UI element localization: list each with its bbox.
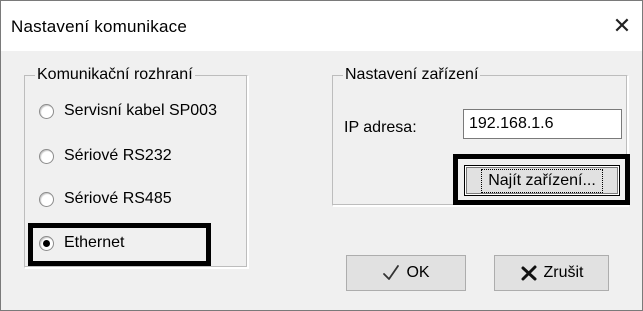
interface-group-legend: Komunikační rozhraní xyxy=(37,66,193,83)
window-title: Nastavení komunikace xyxy=(11,17,187,36)
ip-address-label: IP adresa: xyxy=(344,119,417,136)
dialog-body: Komunikační rozhraní Servisní kabel SP00… xyxy=(1,51,642,310)
x-icon xyxy=(520,264,538,282)
title-bar: Nastavení komunikace ✕ xyxy=(1,1,642,51)
dialog-window: Nastavení komunikace ✕ Komunikační rozhr… xyxy=(0,0,643,311)
radio-button-icon[interactable] xyxy=(39,191,54,207)
checkmark-icon xyxy=(382,264,400,282)
ip-address-input[interactable] xyxy=(463,109,622,139)
radio-label: Sériové RS485 xyxy=(64,190,172,207)
close-icon[interactable]: ✕ xyxy=(602,5,642,47)
find-device-label: Najít zařízení... xyxy=(481,168,603,193)
find-device-button[interactable]: Najít zařízení... xyxy=(464,165,620,196)
radio-button-icon[interactable] xyxy=(39,103,54,119)
ok-label: OK xyxy=(406,264,430,281)
ok-button[interactable]: OK xyxy=(346,255,466,291)
radio-label: Sériové RS232 xyxy=(64,147,172,164)
radio-button-icon[interactable] xyxy=(39,148,54,164)
device-group-legend: Nastavení zařízení xyxy=(345,66,479,83)
cancel-button[interactable]: Zrušit xyxy=(494,255,609,291)
radio-service-cable[interactable]: Servisní kabel SP003 xyxy=(39,102,217,120)
radio-rs485[interactable]: Sériové RS485 xyxy=(39,190,172,208)
radio-label: Servisní kabel SP003 xyxy=(64,102,217,119)
ethernet-highlight-box xyxy=(28,223,211,266)
radio-rs232[interactable]: Sériové RS232 xyxy=(39,147,172,165)
cancel-label: Zrušit xyxy=(543,264,584,281)
